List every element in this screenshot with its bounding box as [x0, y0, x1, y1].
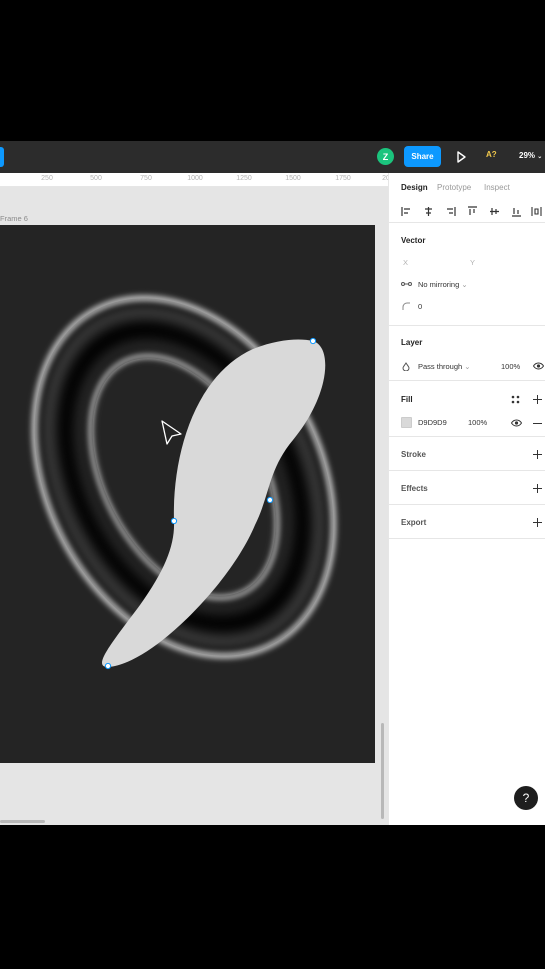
- alignment-toolbar: [389, 199, 545, 223]
- x-field[interactable]: X: [403, 258, 408, 267]
- panel-tabs: Design Prototype Inspect: [389, 173, 545, 199]
- mirroring-value: No mirroring: [418, 280, 460, 289]
- tab-prototype[interactable]: Prototype: [437, 183, 471, 192]
- layer-opacity-field[interactable]: 100%: [501, 362, 520, 371]
- tab-inspect[interactable]: Inspect: [484, 183, 510, 192]
- tab-design[interactable]: Design: [401, 183, 428, 192]
- y-field[interactable]: Y: [470, 258, 475, 267]
- present-play-icon[interactable]: [455, 150, 467, 164]
- top-toolbar: Z Share A? 29% ⌄: [0, 141, 545, 173]
- anchor-point[interactable]: [170, 517, 178, 525]
- fill-color-swatch[interactable]: [401, 417, 412, 428]
- accessibility-icon[interactable]: A?: [486, 150, 497, 159]
- zoom-dropdown[interactable]: 29% ⌄: [519, 151, 542, 160]
- fill-section: Fill D9D9D9 100%: [389, 381, 545, 437]
- mirroring-dropdown[interactable]: No mirroring ⌄: [418, 280, 468, 289]
- corner-radius-icon: [402, 302, 410, 310]
- align-horizontal-center-icon[interactable]: [423, 206, 434, 217]
- horizontal-ruler: 250 500 750 1000 1250 1500 1750 20: [0, 173, 390, 187]
- align-right-icon[interactable]: [445, 206, 456, 217]
- corner-radius-field[interactable]: 0: [418, 302, 422, 311]
- stroke-section-title: Stroke: [401, 450, 426, 459]
- eye-icon[interactable]: [511, 419, 522, 427]
- mirroring-icon: [401, 282, 412, 286]
- ruler-tick: 1500: [285, 175, 301, 182]
- styles-grid-icon[interactable]: [511, 395, 520, 404]
- zoom-value: 29%: [519, 151, 536, 160]
- anchor-point[interactable]: [266, 496, 274, 504]
- add-fill-icon[interactable]: [533, 395, 542, 404]
- eye-icon[interactable]: [533, 362, 544, 370]
- anchor-point[interactable]: [309, 337, 317, 345]
- help-button[interactable]: ?: [514, 786, 538, 810]
- export-section-title: Export: [401, 518, 427, 527]
- align-bottom-icon[interactable]: [511, 206, 522, 217]
- active-tool-button[interactable]: [0, 147, 4, 167]
- vector-section-title: Vector: [401, 236, 426, 245]
- anchor-point[interactable]: [104, 662, 112, 670]
- share-button[interactable]: Share: [404, 146, 441, 167]
- ruler-tick: 1750: [335, 175, 351, 182]
- figma-app: Z Share A? 29% ⌄ 250 500 750 1000 1250 1…: [0, 141, 545, 825]
- ruler-tick: 1000: [187, 175, 203, 182]
- stroke-section: Stroke: [389, 437, 545, 471]
- blend-mode-drop-icon: [402, 362, 410, 371]
- ruler-tick: 500: [90, 175, 102, 182]
- layer-section-title: Layer: [401, 338, 423, 347]
- add-stroke-icon[interactable]: [533, 450, 542, 459]
- chevron-down-icon: ⌄: [461, 280, 468, 289]
- properties-panel: Design Prototype Inspect Vector X Y No m…: [388, 173, 545, 825]
- ruler-tick: 750: [140, 175, 152, 182]
- effects-section-title: Effects: [401, 484, 428, 493]
- align-left-icon[interactable]: [401, 206, 412, 217]
- ruler-tick: 250: [41, 175, 53, 182]
- layer-section: Layer Pass through ⌄ 100%: [389, 326, 545, 381]
- frame-label[interactable]: Frame 6: [0, 214, 28, 223]
- remove-fill-icon[interactable]: [533, 419, 542, 428]
- align-vertical-center-icon[interactable]: [489, 206, 500, 217]
- effects-section: Effects: [389, 471, 545, 505]
- align-top-icon[interactable]: [467, 206, 478, 217]
- ruler-tick: 1250: [236, 175, 252, 182]
- vector-section: Vector X Y No mirroring ⌄ 0: [389, 223, 545, 326]
- avatar[interactable]: Z: [377, 148, 394, 165]
- distribute-icon[interactable]: [531, 206, 542, 217]
- canvas[interactable]: Frame 6: [0, 187, 388, 825]
- blend-mode-dropdown[interactable]: Pass through ⌄: [418, 362, 471, 371]
- chevron-down-icon: ⌄: [537, 154, 543, 160]
- horizontal-scrollbar[interactable]: [0, 820, 45, 823]
- export-section: Export: [389, 505, 545, 539]
- frame-artwork[interactable]: [0, 225, 375, 763]
- blend-mode-value: Pass through: [418, 362, 463, 371]
- vertical-scrollbar[interactable]: [381, 723, 384, 819]
- fill-hex-field[interactable]: D9D9D9: [418, 418, 447, 427]
- fill-section-title: Fill: [401, 395, 413, 404]
- add-export-icon[interactable]: [533, 518, 542, 527]
- add-effect-icon[interactable]: [533, 484, 542, 493]
- fill-opacity-field[interactable]: 100%: [468, 418, 487, 427]
- chevron-down-icon: ⌄: [464, 362, 471, 371]
- frame[interactable]: [0, 225, 375, 763]
